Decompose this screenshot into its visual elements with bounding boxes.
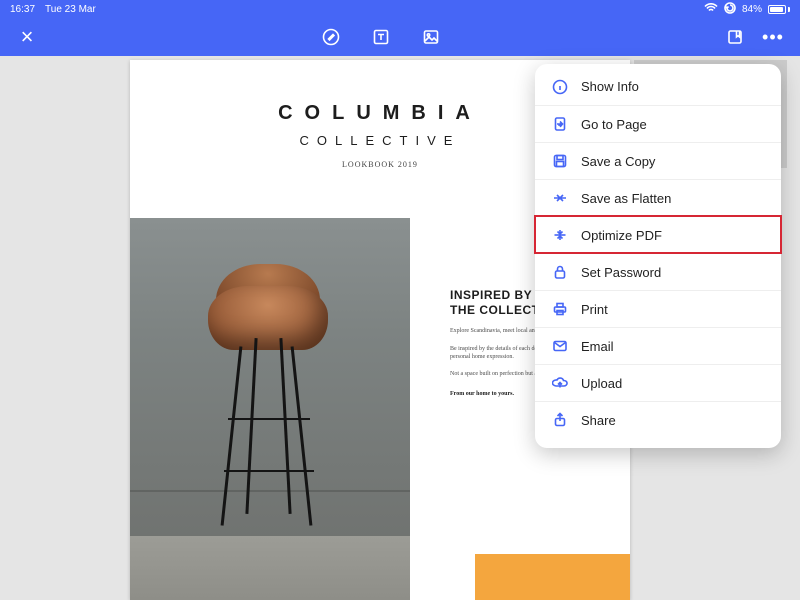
menu-item-save-as-flatten[interactable]: Save as Flatten [535, 179, 781, 216]
upload-icon [551, 374, 569, 392]
menu-item-show-info[interactable]: Show Info [535, 68, 781, 105]
menu-item-upload[interactable]: Upload [535, 364, 781, 401]
menu-item-go-to-page[interactable]: Go to Page [535, 105, 781, 142]
menu-item-label: Share [581, 413, 616, 428]
menu-item-label: Save a Copy [581, 154, 655, 169]
menu-item-label: Show Info [581, 79, 639, 94]
annotate-icon[interactable] [322, 28, 340, 46]
accent-block [475, 554, 630, 600]
menu-item-label: Upload [581, 376, 622, 391]
email-icon [551, 337, 569, 355]
more-menu-button[interactable]: ••• [764, 28, 782, 46]
menu-item-share[interactable]: Share [535, 401, 781, 438]
battery-icon [768, 5, 790, 14]
wifi-icon [704, 3, 718, 16]
menu-item-email[interactable]: Email [535, 327, 781, 364]
bookmark-icon[interactable] [726, 28, 744, 46]
menu-item-label: Email [581, 339, 614, 354]
app-toolbar: × ••• [0, 18, 800, 56]
optimize-icon [551, 226, 569, 244]
hero-photo [130, 218, 410, 600]
menu-item-label: Save as Flatten [581, 191, 671, 206]
flatten-icon [551, 189, 569, 207]
save-icon [551, 152, 569, 170]
menu-item-print[interactable]: Print [535, 290, 781, 327]
orientation-lock-icon [724, 2, 736, 17]
text-tool-icon[interactable] [372, 28, 390, 46]
status-date: Tue 23 Mar [45, 4, 96, 15]
context-menu: Show Info Go to Page Save a Copy Save as Fl… [535, 64, 781, 448]
menu-item-label: Go to Page [581, 117, 647, 132]
menu-item-set-password[interactable]: Set Password [535, 253, 781, 290]
image-tool-icon[interactable] [422, 28, 440, 46]
battery-percent: 84% [742, 4, 762, 15]
menu-item-label: Print [581, 302, 608, 317]
menu-item-optimize-pdf[interactable]: Optimize PDF [535, 216, 781, 253]
lock-icon [551, 263, 569, 281]
print-icon [551, 300, 569, 318]
share-icon [551, 411, 569, 429]
status-bar: 16:37 Tue 23 Mar 84% [0, 0, 800, 18]
status-time: 16:37 [10, 4, 35, 15]
goto-icon [551, 115, 569, 133]
menu-item-save-a-copy[interactable]: Save a Copy [535, 142, 781, 179]
menu-item-label: Optimize PDF [581, 228, 662, 243]
close-button[interactable]: × [18, 28, 36, 46]
menu-item-label: Set Password [581, 265, 661, 280]
info-icon [551, 78, 569, 96]
